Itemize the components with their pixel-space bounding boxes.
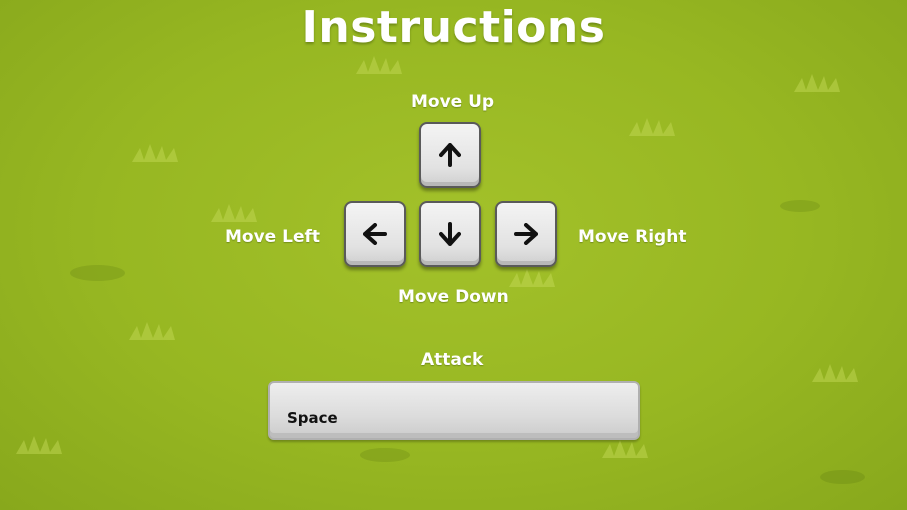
down-arrow-key[interactable] xyxy=(419,201,481,267)
grass-tuft-icon xyxy=(509,269,555,287)
move-left-label: Move Left xyxy=(225,227,321,247)
left-arrow-key[interactable] xyxy=(344,201,406,267)
ground-shadow xyxy=(780,200,820,212)
move-up-label: Move Up xyxy=(411,92,495,112)
grass-tuft-icon xyxy=(129,322,175,340)
arrow-right-icon xyxy=(514,223,538,245)
grass-tuft-icon xyxy=(132,144,178,162)
right-arrow-key[interactable] xyxy=(495,201,557,267)
move-down-label: Move Down xyxy=(398,287,509,307)
grass-tuft-icon xyxy=(812,364,858,382)
ground-shadow xyxy=(360,448,410,462)
grass-tuft-icon xyxy=(211,204,257,222)
ground-shadow xyxy=(70,265,125,281)
grass-tuft-icon xyxy=(629,118,675,136)
arrow-down-icon xyxy=(439,222,461,246)
page-title: Instructions xyxy=(301,2,606,53)
attack-label: Attack xyxy=(421,350,484,370)
space-key[interactable]: Space xyxy=(268,381,640,440)
ground-shadow xyxy=(820,470,865,484)
grass-tuft-icon xyxy=(356,56,402,74)
move-right-label: Move Right xyxy=(578,227,687,247)
arrow-left-icon xyxy=(363,223,387,245)
up-arrow-key[interactable] xyxy=(419,122,481,188)
space-key-label: Space xyxy=(287,409,338,427)
grass-tuft-icon xyxy=(16,436,62,454)
arrow-up-icon xyxy=(439,143,461,167)
grass-tuft-icon xyxy=(794,74,840,92)
